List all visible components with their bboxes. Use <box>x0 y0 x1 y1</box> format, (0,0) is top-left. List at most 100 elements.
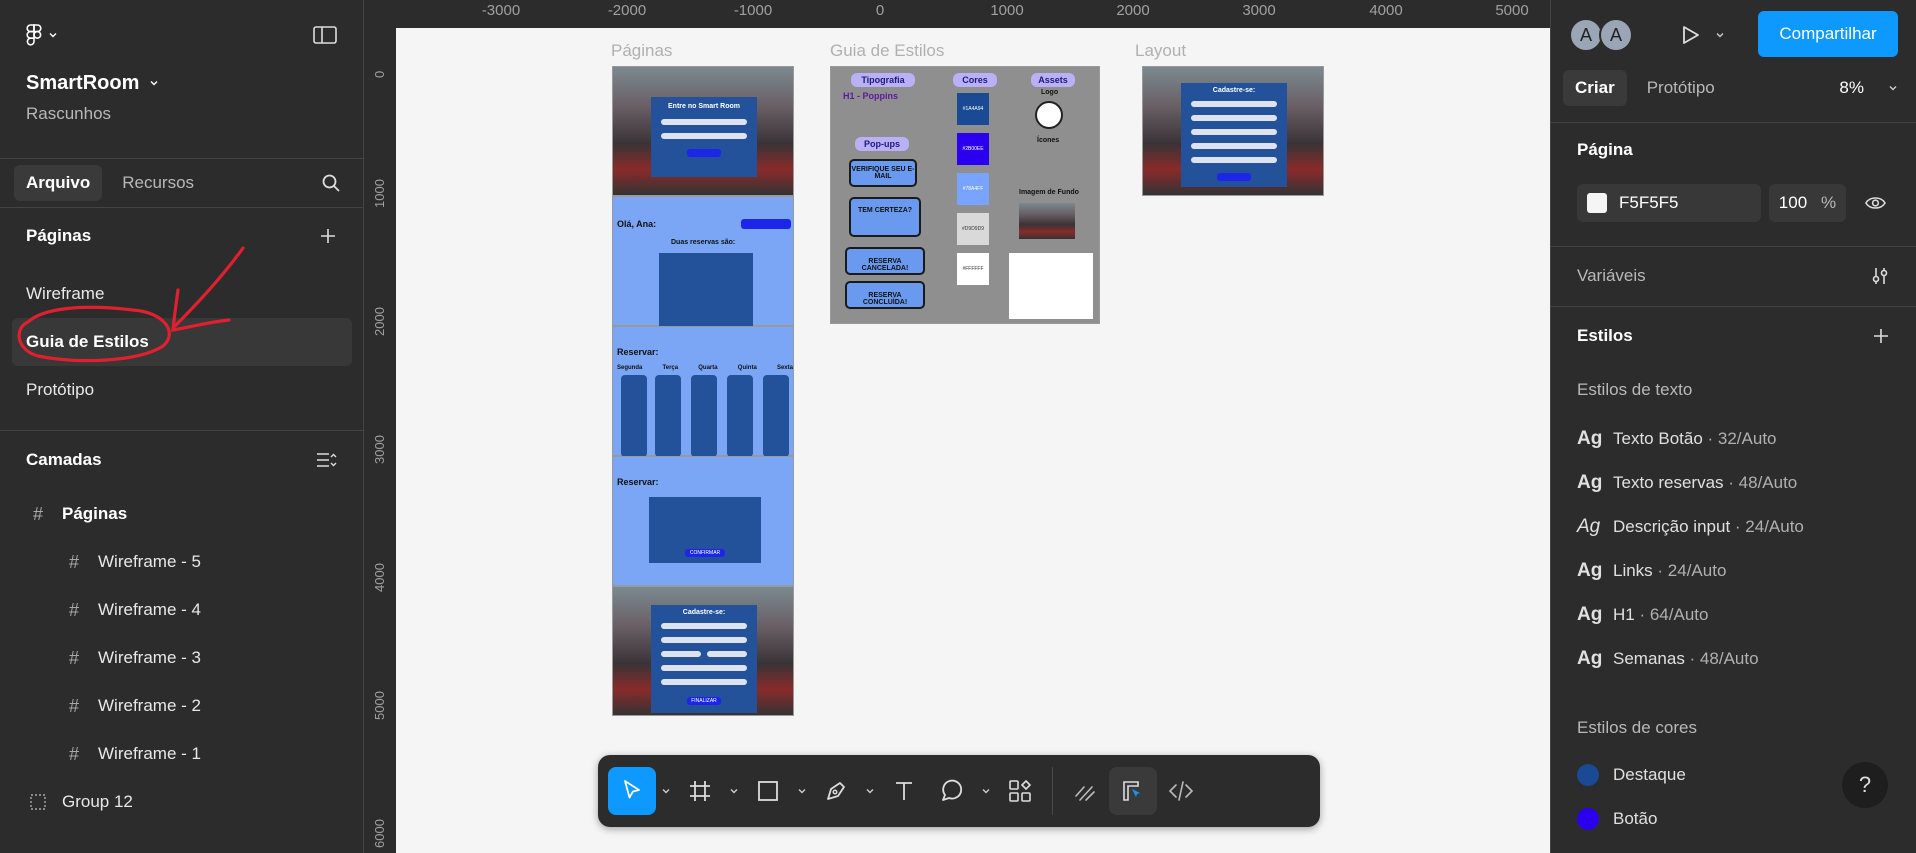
add-page-icon[interactable] <box>319 227 337 245</box>
variables-settings-icon[interactable] <box>1870 266 1890 286</box>
layer-name: Wireframe - 4 <box>98 600 201 619</box>
wireframe-reserve[interactable]: Reservar: Segunda Terça Quarta Quinta Se… <box>612 326 794 457</box>
color-swatch: #FFFFFF <box>957 253 989 285</box>
tab-recursos[interactable]: Recursos <box>110 165 206 201</box>
wireframe-signup[interactable]: Cadastre-se: FINALIZAR <box>612 586 794 716</box>
style-guide-frame[interactable]: Tipografia Cores Assets H1 - Poppins Pop… <box>830 66 1100 324</box>
frame-icon: # <box>68 695 79 716</box>
avatar[interactable]: A <box>1599 18 1633 52</box>
reserve-title: Reservar: <box>617 347 659 357</box>
search-icon[interactable] <box>321 173 341 193</box>
text-style-glyph: Ag <box>1577 472 1603 493</box>
color-style-item[interactable]: Botão <box>1577 808 1657 830</box>
signup-field <box>1191 157 1277 163</box>
signup-field <box>661 637 747 643</box>
zoom-control[interactable]: 8% <box>1839 78 1898 98</box>
text-style-glyph: Ag <box>1577 516 1601 537</box>
layer-item[interactable]: # Páginas <box>0 490 363 538</box>
project-location[interactable]: Rascunhos <box>0 96 363 124</box>
text-style-item[interactable]: Ag H1 · 64/Auto <box>1577 604 1708 626</box>
page-opacity-field[interactable]: 100 % <box>1768 184 1847 222</box>
text-style-item[interactable]: Ag Semanas · 48/Auto <box>1577 648 1759 670</box>
add-style-icon[interactable] <box>1872 327 1890 345</box>
tab-arquivo[interactable]: Arquivo <box>14 165 103 201</box>
layer-item[interactable]: # Wireframe - 2 <box>0 682 363 730</box>
canvas[interactable]: 0 1000 2000 3000 4000 5000 6000 -3000 -2… <box>364 0 1550 853</box>
notes-card <box>1009 253 1093 319</box>
layer-item[interactable]: Group 12 <box>0 778 363 826</box>
help-button[interactable]: ? <box>1842 762 1888 808</box>
color-style-item[interactable]: Destaque <box>1577 764 1686 786</box>
shape-tool-button[interactable] <box>744 767 792 815</box>
signup-field <box>1191 143 1277 149</box>
layer-item[interactable]: # Wireframe - 4 <box>0 586 363 634</box>
page-color-field[interactable]: F5F5F5 <box>1577 184 1761 222</box>
tab-prototipo[interactable]: Protótipo <box>1635 70 1727 106</box>
layer-name: Wireframe - 5 <box>98 552 201 571</box>
layout-frame[interactable]: Cadastre-se: <box>1142 66 1324 196</box>
signup-field <box>661 623 747 629</box>
ruler-label: 4000 <box>372 563 387 592</box>
text-style-item[interactable]: Ag Links · 24/Auto <box>1577 560 1726 582</box>
wireframe-login[interactable]: Entre no Smart Room <box>612 66 794 196</box>
color-dot <box>1577 764 1599 786</box>
frame-label-layout[interactable]: Layout <box>1135 41 1186 61</box>
main-menu-button[interactable] <box>26 24 58 46</box>
layers-divider <box>0 430 363 431</box>
draw-mode-button[interactable] <box>1061 767 1109 815</box>
layer-item[interactable]: # Wireframe - 5 <box>0 538 363 586</box>
color-chip[interactable] <box>1587 193 1607 213</box>
project-title[interactable]: SmartRoom <box>0 70 363 96</box>
divider <box>1551 122 1916 123</box>
left-panel: SmartRoom Rascunhos Arquivo Recursos Pág… <box>0 0 364 853</box>
chevron-down-icon[interactable] <box>792 786 812 796</box>
components-tool-button[interactable] <box>996 767 1044 815</box>
layer-item[interactable]: # Wireframe - 3 <box>0 634 363 682</box>
divider <box>1551 246 1916 247</box>
bottom-toolbar <box>598 755 1320 827</box>
color-swatch: #1A4A94 <box>957 93 989 125</box>
ruler-label: 3000 <box>372 435 387 464</box>
layer-item[interactable]: # Wireframe - 1 <box>0 730 363 778</box>
share-button[interactable]: Compartilhar <box>1758 11 1898 57</box>
variables-label: Variáveis <box>1577 266 1646 285</box>
chevron-down-icon[interactable] <box>724 786 744 796</box>
dev-mode-button[interactable] <box>1157 767 1205 815</box>
frame-tool-button[interactable] <box>676 767 724 815</box>
color-styles-header: Estilos de cores <box>1577 718 1697 737</box>
visibility-eye-icon[interactable] <box>1864 194 1887 212</box>
chevron-down-icon[interactable] <box>1715 30 1725 40</box>
text-style-spec: · 48/Auto <box>1684 649 1759 668</box>
day-column <box>727 375 753 457</box>
text-tool-button[interactable] <box>880 767 928 815</box>
chevron-down-icon[interactable] <box>860 786 880 796</box>
text-style-item[interactable]: Ag Texto reservas · 48/Auto <box>1577 472 1797 494</box>
layer-name: Wireframe - 3 <box>98 648 201 667</box>
chevron-down-icon[interactable] <box>656 786 676 796</box>
design-mode-button[interactable] <box>1109 767 1157 815</box>
list-collapse-icon[interactable] <box>315 451 337 469</box>
frame-label-paginas[interactable]: Páginas <box>611 41 672 61</box>
bg-label: Imagem de Fundo <box>1019 189 1079 196</box>
present-play-icon[interactable] <box>1679 24 1701 46</box>
frame-label-guia[interactable]: Guia de Estilos <box>830 41 944 61</box>
comment-tool-button[interactable] <box>928 767 976 815</box>
wireframe-home[interactable]: Olá, Ana: Duas reservas são: <box>612 196 794 327</box>
popups-tag: Pop-ups <box>855 137 909 151</box>
reserve-title: Reservar: <box>617 477 659 487</box>
reservations-text: Duas reservas são: <box>671 239 736 246</box>
tab-criar[interactable]: Criar <box>1563 70 1627 106</box>
variables-row[interactable]: Variáveis <box>1577 266 1890 286</box>
text-style-item[interactable]: Ag Texto Botão · 32/Auto <box>1577 428 1777 450</box>
rectangle-icon <box>758 781 778 801</box>
move-tool-button[interactable] <box>608 767 656 815</box>
figma-logo-icon <box>26 24 42 46</box>
avatar[interactable]: A <box>1569 18 1603 52</box>
sidebar-toggle-icon[interactable] <box>313 26 337 44</box>
layout-signup-title: Cadastre-se: <box>1212 87 1256 94</box>
pen-tool-button[interactable] <box>812 767 860 815</box>
day-label: Quinta <box>737 365 757 371</box>
chevron-down-icon[interactable] <box>976 786 996 796</box>
wireframe-confirm[interactable]: Reservar: CONFIRMAR <box>612 456 794 586</box>
text-style-item[interactable]: Ag Descrição input · 24/Auto <box>1577 516 1804 538</box>
